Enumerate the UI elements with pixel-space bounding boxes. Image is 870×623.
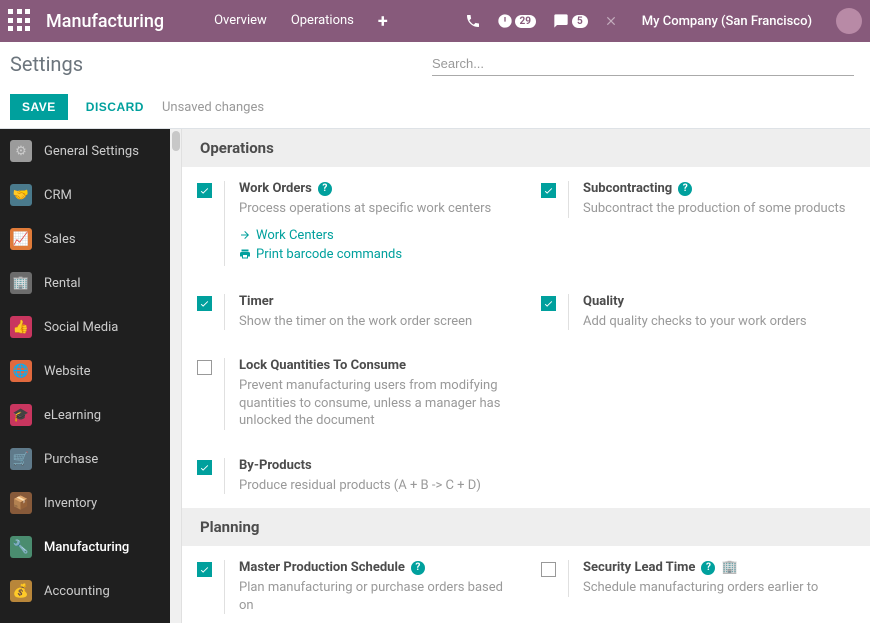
activities-badge: 29	[515, 15, 536, 28]
setting-title: Lock Quantities To Consume	[239, 358, 508, 373]
setting-title: Master Production Schedule?	[239, 560, 508, 575]
setting-title: Timer	[239, 294, 508, 309]
nav-item-overview[interactable]: Overview	[204, 7, 277, 36]
sidebar-item-label: General Settings	[44, 144, 139, 159]
setting-row: Lock Quantities To Consume Prevent manufa…	[182, 344, 526, 444]
help-icon[interactable]: ?	[678, 182, 692, 196]
sidebar-item-crm[interactable]: 🤝 CRM	[0, 173, 170, 217]
nav-add-icon[interactable]: +	[368, 7, 398, 36]
setting-row: Timer Show the timer on the work order sc…	[182, 280, 526, 345]
checkbox[interactable]	[541, 296, 556, 311]
sidebar-item-label: Rental	[44, 276, 81, 291]
setting-link[interactable]: Print barcode commands	[239, 247, 508, 262]
sidebar-item-accounting[interactable]: 💰 Accounting	[0, 569, 170, 613]
setting-description: Show the timer on the work order screen	[239, 313, 508, 331]
sidebar-item-website[interactable]: 🌐 Website	[0, 349, 170, 393]
sidebar-item-general-settings[interactable]: ⚙ General Settings	[0, 129, 170, 173]
sidebar-item-manufacturing[interactable]: 🔧 Manufacturing	[0, 525, 170, 569]
sidebar-item-label: Inventory	[44, 496, 97, 511]
activities-icon[interactable]: 29	[497, 13, 536, 29]
checkbox[interactable]	[197, 460, 212, 475]
setting-row: Security Lead Time?🏢Schedule manufacturi…	[526, 546, 870, 611]
settings-sidebar: ⚙ General Settings 🤝 CRM 📈 Sales 🏢 Rental 👍 Socia…	[0, 129, 170, 623]
setting-description: Produce residual products (A + B -> C + …	[239, 477, 508, 495]
apps-icon[interactable]	[8, 9, 32, 33]
setting-row: By-Products Produce residual products (A …	[182, 444, 526, 509]
setting-description: Plan manufacturing or purchase orders ba…	[239, 579, 508, 614]
setting-description: Add quality checks to your work orders	[583, 313, 852, 331]
sidebar-scrollbar[interactable]	[170, 129, 182, 623]
help-icon[interactable]: ?	[411, 561, 425, 575]
sidebar-item-label: CRM	[44, 188, 72, 203]
sidebar-icon: 🔧	[10, 536, 32, 558]
setting-description: Schedule manufacturing orders earlier to	[583, 579, 852, 597]
setting-title: Security Lead Time?🏢	[583, 560, 852, 575]
sidebar-item-inventory[interactable]: 📦 Inventory	[0, 481, 170, 525]
checkbox[interactable]	[197, 360, 212, 375]
sidebar-item-label: Manufacturing	[44, 540, 129, 555]
checkbox[interactable]	[541, 562, 556, 577]
setting-title: By-Products	[239, 458, 508, 473]
sidebar-icon: 🛒	[10, 448, 32, 470]
unsaved-label: Unsaved changes	[162, 100, 264, 115]
setting-title: Quality	[583, 294, 852, 309]
settings-content: Operations Work Orders? Process operations…	[182, 129, 870, 623]
setting-description: Process operations at specific work cent…	[239, 200, 508, 218]
save-button[interactable]: SAVE	[10, 94, 68, 120]
search-input[interactable]	[432, 52, 854, 76]
sidebar-item-label: Accounting	[44, 584, 110, 599]
sidebar-item-label: eLearning	[44, 408, 101, 423]
nav-item-operations[interactable]: Operations	[281, 7, 364, 36]
sidebar-icon: 💰	[10, 580, 32, 602]
setting-description: Subcontract the production of some produ…	[583, 200, 852, 218]
section-header: Planning	[182, 508, 870, 546]
sidebar-item-social-media[interactable]: 👍 Social Media	[0, 305, 170, 349]
page-title: Settings	[10, 52, 432, 76]
messages-badge: 5	[572, 15, 588, 28]
setting-description: Prevent manufacturing users from modifyi…	[239, 377, 508, 430]
checkbox[interactable]	[197, 183, 212, 198]
sidebar-icon: 🤝	[10, 184, 32, 206]
sidebar-icon: 🏢	[10, 272, 32, 294]
sidebar-item-elearning[interactable]: 🎓 eLearning	[0, 393, 170, 437]
messages-icon[interactable]: 5	[552, 13, 588, 29]
sidebar-item-rental[interactable]: 🏢 Rental	[0, 261, 170, 305]
sidebar-item-purchase[interactable]: 🛒 Purchase	[0, 437, 170, 481]
checkbox[interactable]	[541, 183, 556, 198]
enterprise-icon: 🏢	[721, 560, 737, 575]
setting-row: Quality Add quality checks to your work o…	[526, 280, 870, 345]
sidebar-icon: 🎓	[10, 404, 32, 426]
help-icon[interactable]: ?	[318, 182, 332, 196]
sidebar-item-label: Sales	[44, 232, 76, 247]
sidebar-icon: 📈	[10, 228, 32, 250]
sidebar-icon: ⚙	[10, 140, 32, 162]
app-brand: Manufacturing	[46, 11, 164, 32]
setting-title: Work Orders?	[239, 181, 508, 196]
sidebar-icon: 👍	[10, 316, 32, 338]
nav-menu: Overview Operations +	[204, 7, 398, 36]
sidebar-item-label: Social Media	[44, 320, 118, 335]
sidebar-item-label: Purchase	[44, 452, 98, 467]
control-panel: Settings SAVE DISCARD Unsaved changes	[0, 42, 870, 129]
sidebar-icon: 🌐	[10, 360, 32, 382]
help-icon[interactable]: ?	[701, 561, 715, 575]
phone-icon[interactable]	[465, 13, 481, 29]
user-avatar[interactable]	[836, 8, 862, 34]
setting-link[interactable]: Work Centers	[239, 228, 508, 243]
discard-button[interactable]: DISCARD	[86, 100, 144, 114]
checkbox[interactable]	[197, 296, 212, 311]
setting-row: Subcontracting? Subcontract the productio…	[526, 167, 870, 232]
setting-row: Master Production Schedule? Plan manufact…	[182, 546, 526, 623]
sidebar-item-label: Website	[44, 364, 91, 379]
top-navbar: Manufacturing Overview Operations + 29 5…	[0, 0, 870, 42]
section-header: Operations	[182, 129, 870, 167]
setting-title: Subcontracting?	[583, 181, 852, 196]
company-selector[interactable]: My Company (San Francisco)	[642, 14, 812, 29]
setting-row: Work Orders? Process operations at specif…	[182, 167, 526, 280]
sidebar-item-sales[interactable]: 📈 Sales	[0, 217, 170, 261]
sidebar-icon: 📦	[10, 492, 32, 514]
checkbox[interactable]	[197, 562, 212, 577]
close-icon[interactable]	[604, 14, 618, 28]
